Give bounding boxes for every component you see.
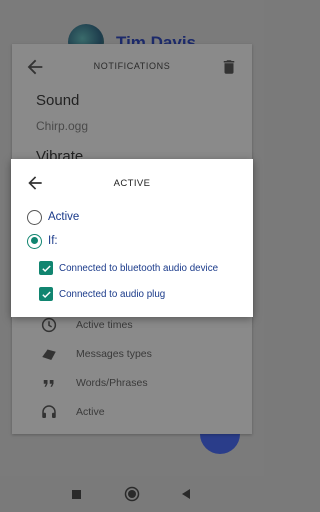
dialog-title: ACTIVE [113, 178, 151, 189]
sound-value: Chirp.ogg [36, 119, 89, 133]
checkbox-checked[interactable] [39, 261, 53, 275]
option-label: Words/Phrases [76, 377, 148, 389]
checkmark-icon [41, 290, 51, 298]
checkmark-icon [41, 264, 51, 272]
option-active: Active [40, 402, 105, 422]
radio-if[interactable]: If: [27, 232, 58, 250]
back-button[interactable] [178, 486, 194, 502]
home-button[interactable] [124, 486, 140, 502]
sheet-title: NOTIFICATIONS [93, 61, 171, 71]
option-label: Active times [76, 319, 133, 331]
radio-label: If: [48, 235, 58, 247]
option-messages-types: Messages types [40, 344, 152, 364]
option-words-phrases: Words/Phrases [40, 373, 148, 393]
trash-icon [223, 60, 235, 74]
option-label: Active [76, 406, 105, 418]
radio-button-checked[interactable] [27, 233, 42, 249]
message-types-icon [42, 349, 56, 360]
headphones-icon [42, 405, 56, 418]
checkbox-bluetooth[interactable]: Connected to bluetooth audio device [39, 260, 218, 276]
checkbox-checked[interactable] [39, 287, 53, 301]
option-active-times: Active times [40, 315, 133, 335]
radio-button[interactable] [27, 209, 42, 225]
home-icon [124, 486, 140, 502]
checkbox-label: Connected to audio plug [59, 288, 166, 300]
recents-icon [71, 489, 81, 499]
clock-icon [41, 317, 57, 333]
option-label: Messages types [76, 348, 152, 360]
sheet-header: NOTIFICATIONS [12, 44, 252, 90]
radio-active[interactable]: Active [27, 208, 79, 226]
back-icon [182, 489, 190, 499]
radio-label: Active [48, 211, 80, 223]
sound-label: Sound [36, 92, 80, 109]
recents-button[interactable] [68, 486, 84, 502]
system-navigation-bar [0, 476, 264, 512]
quote-icon [43, 380, 54, 387]
checkbox-audio-plug[interactable]: Connected to audio plug [39, 286, 165, 302]
checkbox-label: Connected to bluetooth audio device [59, 262, 219, 274]
active-dialog: ACTIVE Active If: Connected to bluetooth… [11, 159, 253, 317]
